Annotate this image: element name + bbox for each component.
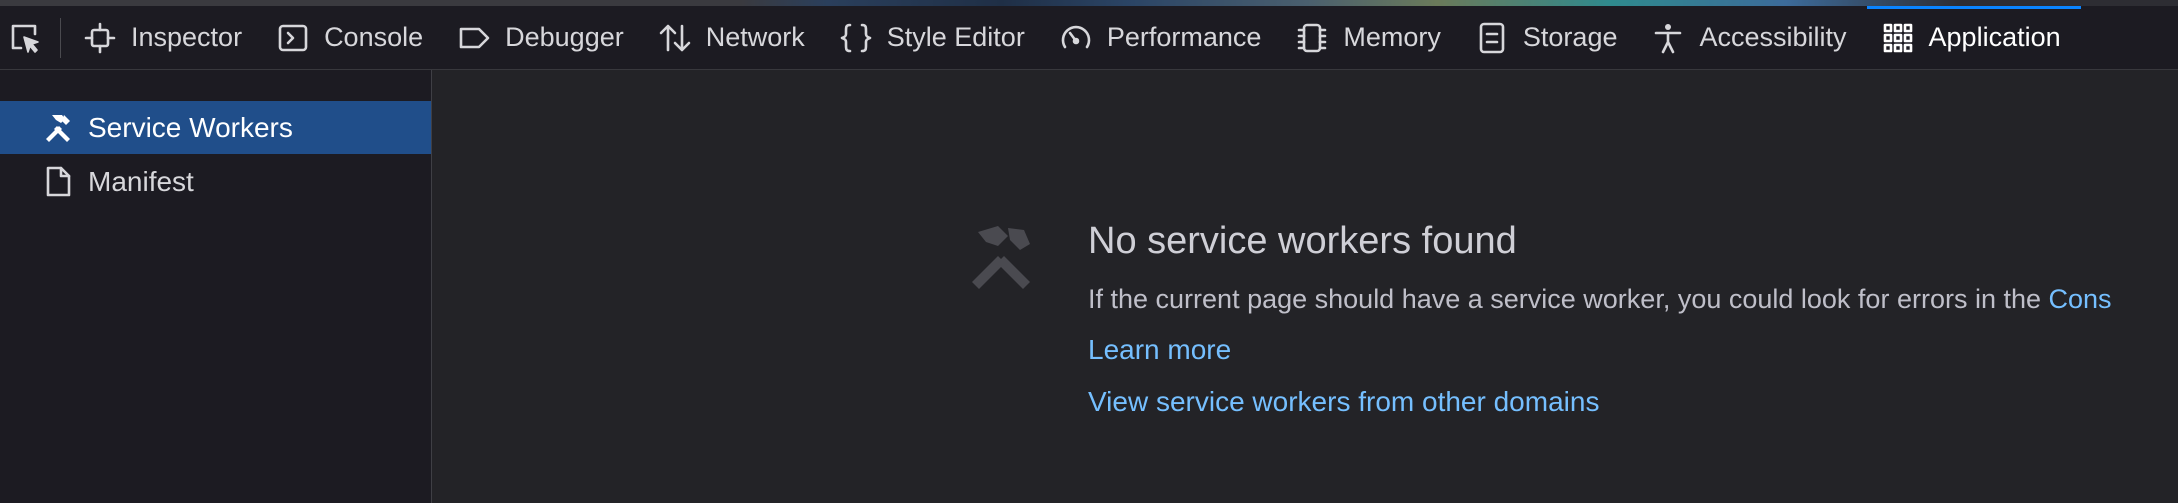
tab-accessibility[interactable]: Accessibility bbox=[1637, 6, 1866, 70]
application-icon bbox=[1881, 21, 1915, 55]
empty-state-title: No service workers found bbox=[1088, 220, 1517, 262]
accessibility-icon bbox=[1651, 21, 1685, 55]
devtools-window: Inspector Console Debugger Network Style… bbox=[0, 0, 2178, 503]
tab-label: Console bbox=[324, 22, 424, 52]
element-picker-icon bbox=[11, 24, 39, 53]
sidebar-item-label: Service Workers bbox=[88, 111, 293, 143]
tab-debugger[interactable]: Debugger bbox=[443, 6, 644, 70]
service-workers-empty-icon bbox=[972, 226, 1030, 289]
manifest-icon bbox=[42, 165, 74, 199]
tab-label: Performance bbox=[1106, 22, 1262, 52]
sidebar-item-service-workers[interactable]: Service Workers bbox=[0, 101, 431, 154]
devtools-toolbar: Inspector Console Debugger Network Style… bbox=[0, 5, 2178, 70]
storage-icon bbox=[1475, 21, 1509, 55]
tab-network[interactable]: Network bbox=[644, 6, 825, 70]
debugger-icon bbox=[457, 21, 491, 55]
learn-more-link[interactable]: Learn more bbox=[1088, 334, 1231, 366]
sidebar-item-label: Manifest bbox=[88, 165, 194, 197]
empty-state-text: If the current page should have a servic… bbox=[1088, 284, 2049, 314]
memory-icon bbox=[1295, 21, 1329, 55]
tab-label: Memory bbox=[1343, 22, 1441, 52]
sidebar-item-manifest[interactable]: Manifest bbox=[0, 155, 431, 208]
tab-label: Application bbox=[1928, 22, 2061, 52]
element-picker-button[interactable] bbox=[0, 6, 50, 70]
tab-label: Network bbox=[705, 22, 805, 52]
service-workers-panel: No service workers found If the current … bbox=[432, 70, 2178, 503]
empty-state-description: If the current page should have a servic… bbox=[1088, 284, 2112, 315]
tab-inspector[interactable]: Inspector bbox=[69, 6, 262, 70]
tab-label: Style Editor bbox=[886, 22, 1025, 52]
service-workers-icon bbox=[42, 111, 74, 145]
tab-memory[interactable]: Memory bbox=[1281, 6, 1461, 70]
console-link[interactable]: Cons bbox=[2049, 284, 2112, 314]
tab-console[interactable]: Console bbox=[262, 6, 443, 70]
network-icon bbox=[658, 21, 692, 55]
inspector-icon bbox=[83, 21, 117, 55]
performance-icon bbox=[1059, 21, 1093, 55]
application-sidebar: Service Workers Manifest bbox=[0, 70, 432, 503]
tab-label: Debugger bbox=[505, 22, 624, 52]
tab-label: Accessibility bbox=[1699, 22, 1847, 52]
tab-storage[interactable]: Storage bbox=[1461, 6, 1638, 70]
view-other-domains-link[interactable]: View service workers from other domains bbox=[1088, 386, 1599, 418]
tab-label: Storage bbox=[1522, 22, 1618, 52]
tab-style-editor[interactable]: Style Editor bbox=[825, 6, 1045, 70]
toolbar-separator bbox=[60, 17, 61, 58]
tab-application[interactable]: Application bbox=[1866, 5, 2081, 70]
style-editor-icon bbox=[839, 21, 873, 55]
tab-label: Inspector bbox=[131, 22, 243, 52]
console-icon bbox=[276, 21, 310, 55]
tab-performance[interactable]: Performance bbox=[1045, 6, 1282, 70]
